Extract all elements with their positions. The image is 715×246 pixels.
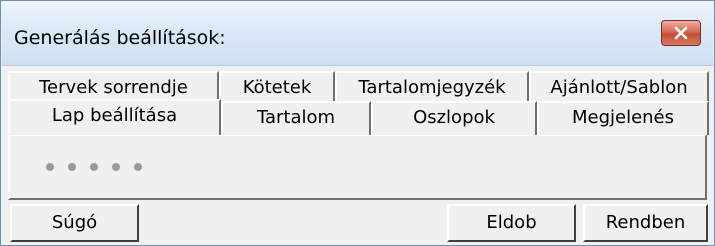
tab-tartalom[interactable]: Tartalom [221, 101, 371, 135]
tab-oszlopok[interactable]: Oszlopok [371, 101, 537, 135]
tab-megjelenes[interactable]: Megjelenés [537, 101, 709, 135]
tab-ajanlott-sablon[interactable]: Ajánlott/Sablon [529, 71, 709, 105]
ok-button[interactable]: Rendben [583, 204, 708, 242]
close-icon [674, 26, 688, 40]
dialog-window: Generálás beállítások: Tervek sorrendje … [0, 0, 715, 246]
dot-indicator [134, 163, 142, 171]
window-title: Generálás beállítások: [14, 27, 226, 49]
dot-indicator [112, 163, 120, 171]
tab-lap-beallitasa[interactable]: Lap beállítása [8, 99, 221, 135]
dialog-content: Tervek sorrendje Kötetek Tartalomjegyzék… [8, 65, 709, 245]
indicator-dots [46, 163, 142, 171]
help-button[interactable]: Súgó [10, 204, 139, 242]
discard-button[interactable]: Eldob [447, 204, 576, 242]
dot-indicator [90, 163, 98, 171]
dot-indicator [68, 163, 76, 171]
close-button[interactable] [661, 20, 701, 46]
dot-indicator [46, 163, 54, 171]
tab-row-front: Lap beállítása Tartalom Oszlopok Megjele… [8, 99, 709, 135]
title-bar[interactable]: Generálás beállítások: [2, 2, 713, 66]
tab-tartalomjegyzek[interactable]: Tartalomjegyzék [335, 71, 529, 105]
tab-kotetek[interactable]: Kötetek [219, 71, 335, 105]
tab-panel [8, 134, 707, 200]
